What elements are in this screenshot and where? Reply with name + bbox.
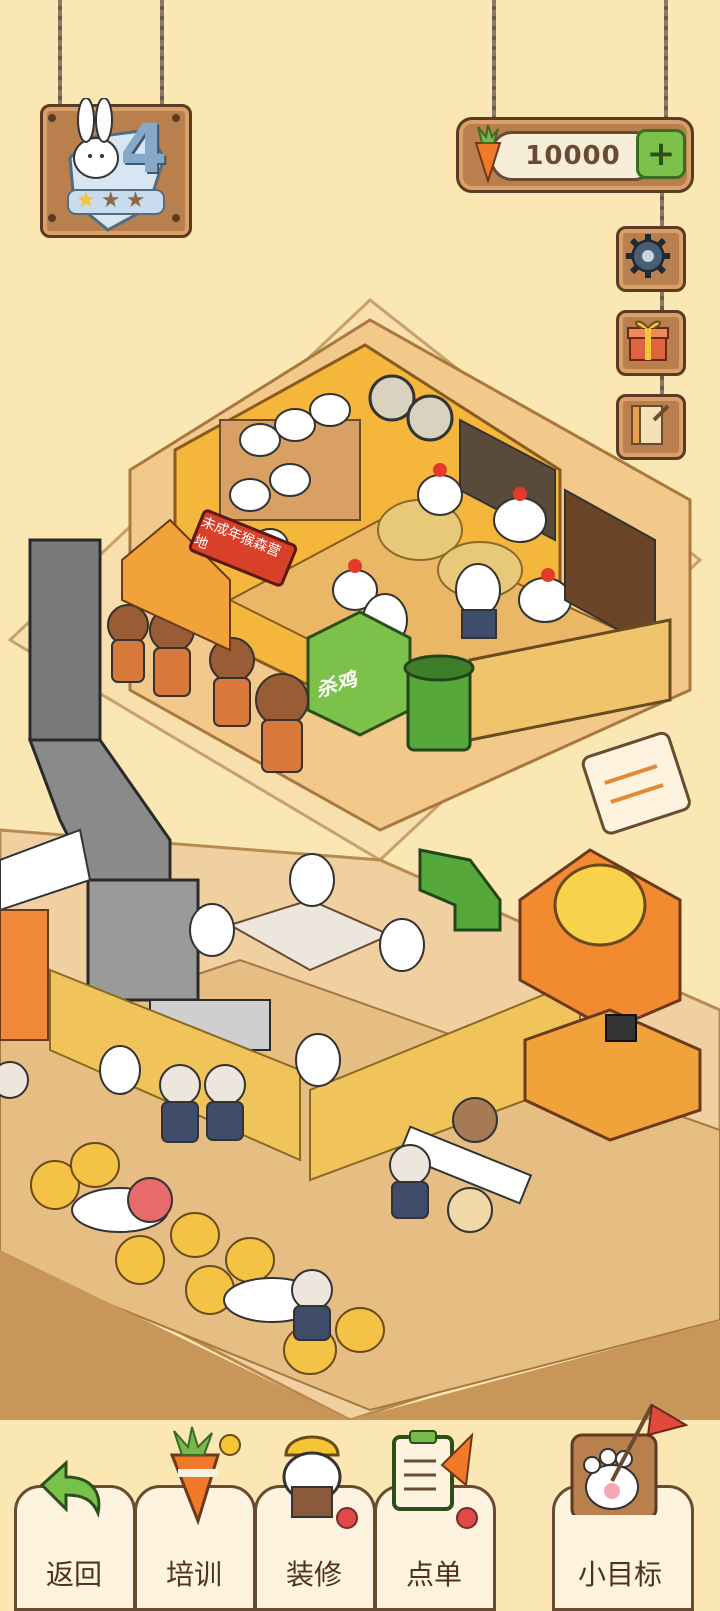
game-scene (0, 298, 720, 1420)
paw-flag-icon (570, 1403, 689, 1515)
carrot-trainee-icon (169, 1426, 241, 1525)
calendar-icon (581, 731, 691, 835)
bunny-farmer (455, 563, 501, 617)
nav-decorate[interactable]: 装修 (254, 1425, 376, 1611)
order-notification-dot (456, 1507, 478, 1529)
fan (406, 394, 454, 442)
nav-back-label: 返回 (45, 1558, 102, 1591)
nav-order-label: 点单 (405, 1558, 462, 1591)
nav-order[interactable]: 点单 (374, 1425, 496, 1611)
grill (86, 878, 200, 1002)
decorate-notification-dot (336, 1507, 358, 1529)
nav-back[interactable]: 返回 (14, 1425, 136, 1611)
chimney (28, 538, 102, 742)
back-arrow-icon (39, 1459, 101, 1519)
nav-goal[interactable]: 小目标 (552, 1403, 694, 1611)
register (605, 1014, 637, 1042)
nav-goal-label: 小目标 (577, 1558, 662, 1591)
nav-train-label: 培训 (165, 1558, 222, 1591)
nav-train[interactable]: 培训 (134, 1425, 256, 1611)
nav-decorate-label: 装修 (285, 1558, 342, 1591)
